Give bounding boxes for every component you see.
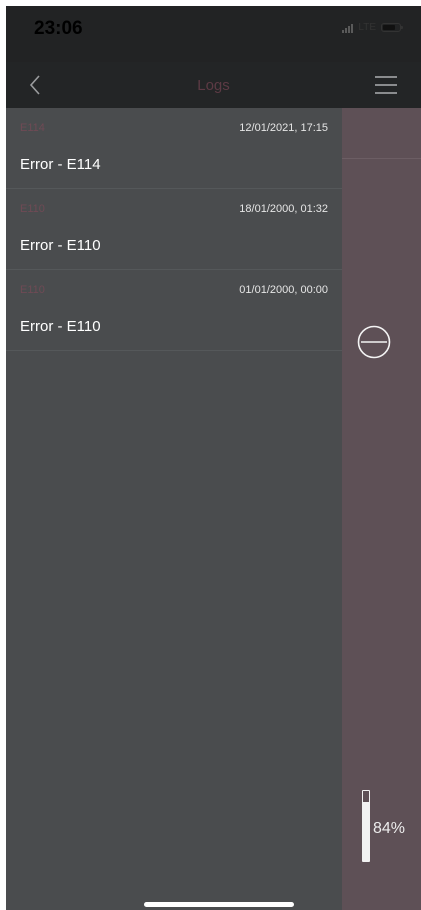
status-indicators: LTE <box>342 22 403 33</box>
nav-bar: Logs <box>6 62 421 108</box>
menu-button[interactable] <box>375 74 399 96</box>
page-title: Logs <box>197 77 230 94</box>
log-date: 12/01/2021, 17:15 <box>239 122 328 134</box>
remove-button[interactable] <box>357 325 391 359</box>
battery-gauge <box>362 790 370 862</box>
signal-icon <box>342 23 354 33</box>
status-bar: 23:06 LTE <box>6 6 421 62</box>
phone-screen: 23:06 LTE Logs E114 12/01/2021, 17:15 Er… <box>6 6 421 910</box>
log-message: Error - E114 <box>20 156 101 173</box>
log-message: Error - E110 <box>20 318 101 335</box>
divider <box>342 158 421 159</box>
log-list: E114 12/01/2021, 17:15 Error - E114 E110… <box>6 108 342 910</box>
log-item[interactable]: E110 01/01/2000, 00:00 Error - E110 <box>6 270 342 351</box>
side-panel: 84% <box>342 108 421 910</box>
log-code: E110 <box>20 284 45 296</box>
log-date: 18/01/2000, 01:32 <box>239 203 328 215</box>
battery-level-fill <box>363 802 369 861</box>
battery-percentage: 84% <box>373 820 406 837</box>
battery-icon <box>381 23 403 32</box>
home-indicator[interactable] <box>144 902 294 907</box>
log-code: E110 <box>20 203 45 215</box>
hamburger-menu-icon <box>375 76 397 78</box>
log-code: E114 <box>20 122 45 134</box>
log-message: Error - E110 <box>20 237 101 254</box>
log-item[interactable]: E110 18/01/2000, 01:32 Error - E110 <box>6 189 342 270</box>
network-label: LTE <box>358 22 376 33</box>
log-date: 01/01/2000, 00:00 <box>239 284 328 296</box>
status-time: 23:06 <box>34 18 83 39</box>
log-item[interactable]: E114 12/01/2021, 17:15 Error - E114 <box>6 108 342 189</box>
minus-circle-icon <box>357 325 391 359</box>
